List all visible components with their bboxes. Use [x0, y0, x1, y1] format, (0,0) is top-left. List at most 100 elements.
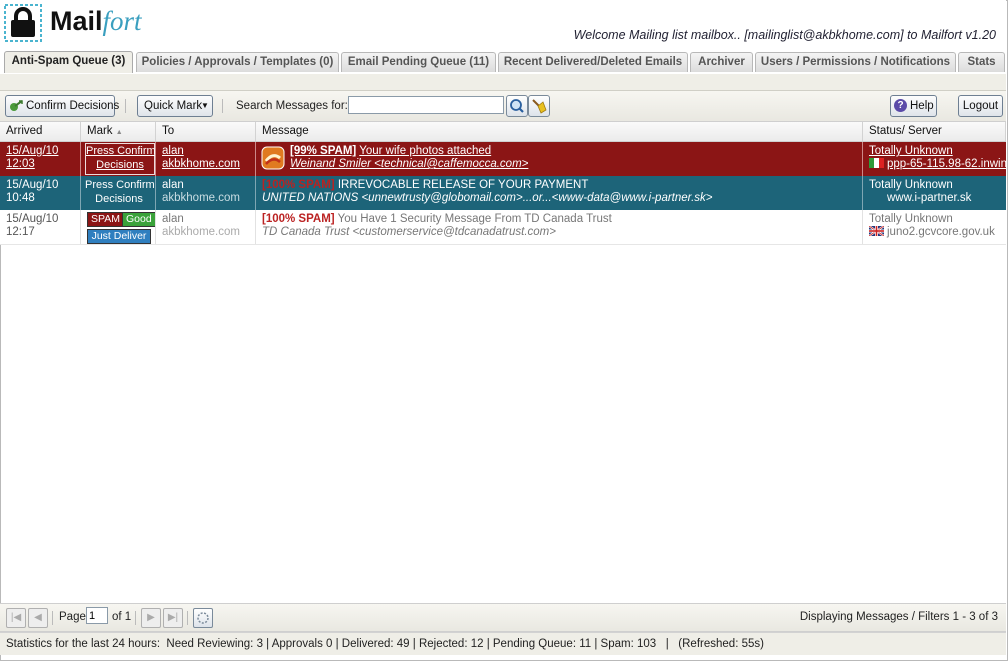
prev-page-button[interactable]: ◀	[28, 608, 48, 628]
server-line: juno2.gcvcore.gov.uk	[868, 225, 1006, 239]
help-button[interactable]: ? Help	[890, 95, 937, 117]
status-bar: Statistics for the last 24 hours: Need R…	[0, 632, 1006, 655]
message-cell: [100% SPAM] IRREVOCABLE RELEASE OF YOUR …	[256, 176, 863, 210]
dropdown-arrow-icon: ▼	[201, 101, 209, 110]
toolbar-separator	[125, 99, 126, 113]
table-row[interactable]: 15/Aug/10 10:48 Press Confirm Decisions …	[0, 176, 1006, 211]
mark-line1: Press Confirm	[86, 145, 156, 157]
arrived-date: 15/Aug/10	[6, 145, 59, 157]
first-page-button[interactable]: |◀	[6, 608, 26, 628]
tab-content-strip	[0, 74, 1006, 91]
table-row[interactable]: 15/Aug/10 12:17 SPAM Good Just Deliver a…	[0, 210, 1006, 245]
mark-spam-button[interactable]: SPAM	[87, 212, 124, 227]
mark-press-confirm[interactable]: Press Confirm Decisions	[85, 178, 155, 208]
message-subject: IRREVOCABLE RELEASE OF YOUR PAYMENT	[337, 179, 589, 191]
welcome-text: Welcome Mailing list mailbox.. [mailingl…	[573, 28, 996, 42]
message-subject: You Have 1 Security Message From TD Cana…	[337, 213, 612, 225]
status-cell: Totally Unknown www.i-partner.sk	[863, 176, 1006, 210]
tab-email-pending-queue[interactable]: Email Pending Queue (11)	[341, 52, 496, 72]
pager-bar: |◀ ◀ Page of 1 ▶ ▶| Displaying Messages …	[0, 603, 1006, 632]
message-subject: Your wife photos attached	[359, 145, 492, 157]
confirm-decisions-button[interactable]: Confirm Decisions	[5, 95, 119, 117]
tab-archiver[interactable]: Archiver	[690, 52, 753, 72]
server-line: ppp-65-115.98-62.inwind.it	[869, 158, 1006, 171]
arrived-time: 12:17	[6, 226, 35, 238]
broom-icon	[532, 99, 547, 114]
spam-score-tag: [100% SPAM]	[262, 213, 335, 225]
spam-food-icon	[261, 146, 285, 170]
arrived-cell: 15/Aug/10 12:17	[0, 210, 81, 244]
logo-text: Mailfort	[50, 6, 142, 37]
mark-good-button[interactable]: Good	[122, 212, 155, 227]
column-message[interactable]: Message	[256, 122, 863, 141]
to-domain: akbkhome.com	[162, 192, 240, 204]
page-count: of 1	[112, 611, 132, 623]
column-mark-label: Mark	[87, 125, 113, 137]
confirm-icon	[10, 100, 23, 111]
pager-separator	[135, 611, 136, 625]
mark-cell: Press Confirm Decisions	[81, 176, 156, 210]
refresh-icon	[197, 612, 209, 624]
page-label: Page	[59, 611, 86, 623]
mark-line1: Press Confirm	[85, 179, 155, 191]
to-domain: akbkhome.com	[162, 158, 240, 170]
logout-button[interactable]: Logout	[958, 95, 1003, 117]
server-name: juno2.gcvcore.gov.uk	[887, 226, 995, 238]
to-cell: alan akbkhome.com	[156, 142, 256, 176]
spam-score-tag: [100% SPAM]	[262, 179, 335, 191]
message-from: UNITED NATIONS <unnewtrusty@globomail.co…	[262, 192, 713, 204]
quick-mark-button[interactable]: Quick Mark ▼	[137, 95, 213, 117]
logo-fort: fort	[102, 6, 142, 36]
confirm-decisions-label: Confirm Decisions	[26, 100, 120, 112]
tab-stats[interactable]: Stats	[958, 52, 1005, 72]
message-cell: [100% SPAM] You Have 1 Security Message …	[256, 210, 863, 244]
to-domain: akbkhome.com	[162, 226, 240, 238]
message-subject-line[interactable]: [100% SPAM] IRREVOCABLE RELEASE OF YOUR …	[262, 179, 862, 192]
page-number-input[interactable]	[86, 607, 108, 624]
tab-users-permissions[interactable]: Users / Permissions / Notifications	[755, 52, 956, 72]
arrived-time: 12:03	[6, 158, 35, 170]
quick-mark-label: Quick Mark	[144, 100, 203, 112]
arrived-time: 10:48	[6, 192, 35, 204]
sort-ascending-icon: ▲	[115, 129, 123, 136]
to-user: alan	[162, 179, 184, 191]
search-label: Search Messages for:	[236, 100, 348, 112]
mark-cell: Press Confirm Decisions	[81, 142, 156, 176]
column-to[interactable]: To	[156, 122, 256, 141]
status-text: Totally Unknown	[869, 179, 953, 191]
header: Mailfort Welcome Mailing list mailbox.. …	[0, 0, 1006, 48]
tab-recent-delivered[interactable]: Recent Delivered/Deleted Emails	[498, 52, 688, 72]
help-label: Help	[910, 100, 934, 112]
table-row[interactable]: 15/Aug/10 12:03 Press Confirm Decisions …	[0, 142, 1006, 177]
message-subject-line[interactable]: [100% SPAM] You Have 1 Security Message …	[262, 213, 862, 226]
message-subject-line[interactable]: [99% SPAM] Your wife photos attached	[262, 145, 862, 158]
italy-flag-icon	[869, 158, 884, 168]
tab-bar: Anti-Spam Queue (3) Policies / Approvals…	[0, 48, 1006, 75]
refresh-button[interactable]	[193, 608, 213, 628]
display-count: Displaying Messages / Filters 1 - 3 of 3	[799, 611, 998, 623]
status-text: Totally Unknown	[869, 213, 953, 225]
column-arrived[interactable]: Arrived	[0, 122, 81, 141]
padlock-logo-icon	[4, 4, 42, 42]
last-page-button[interactable]: ▶|	[163, 608, 183, 628]
help-icon: ?	[894, 99, 907, 112]
server-name: www.i-partner.sk	[887, 192, 972, 204]
arrived-date: 15/Aug/10	[6, 213, 59, 225]
logo-mail: Mail	[50, 6, 103, 36]
to-user: alan	[162, 213, 184, 225]
tab-policies[interactable]: Policies / Approvals / Templates (0)	[136, 52, 339, 72]
search-input[interactable]	[348, 96, 504, 114]
mark-press-confirm[interactable]: Press Confirm Decisions	[85, 143, 155, 175]
clear-search-button[interactable]	[528, 95, 550, 117]
column-mark[interactable]: Mark ▲	[81, 122, 156, 141]
tab-anti-spam-queue[interactable]: Anti-Spam Queue (3)	[4, 51, 133, 73]
mark-just-deliver-button[interactable]: Just Deliver	[87, 229, 151, 244]
arrived-cell: 15/Aug/10 10:48	[0, 176, 81, 210]
column-status-server[interactable]: Status/ Server	[863, 122, 1006, 141]
arrived-cell: 15/Aug/10 12:03	[0, 142, 81, 176]
pager-separator	[187, 611, 188, 625]
search-button[interactable]	[506, 95, 528, 117]
next-page-button[interactable]: ▶	[141, 608, 161, 628]
uk-flag-icon	[868, 225, 885, 237]
pager-separator	[52, 611, 53, 625]
